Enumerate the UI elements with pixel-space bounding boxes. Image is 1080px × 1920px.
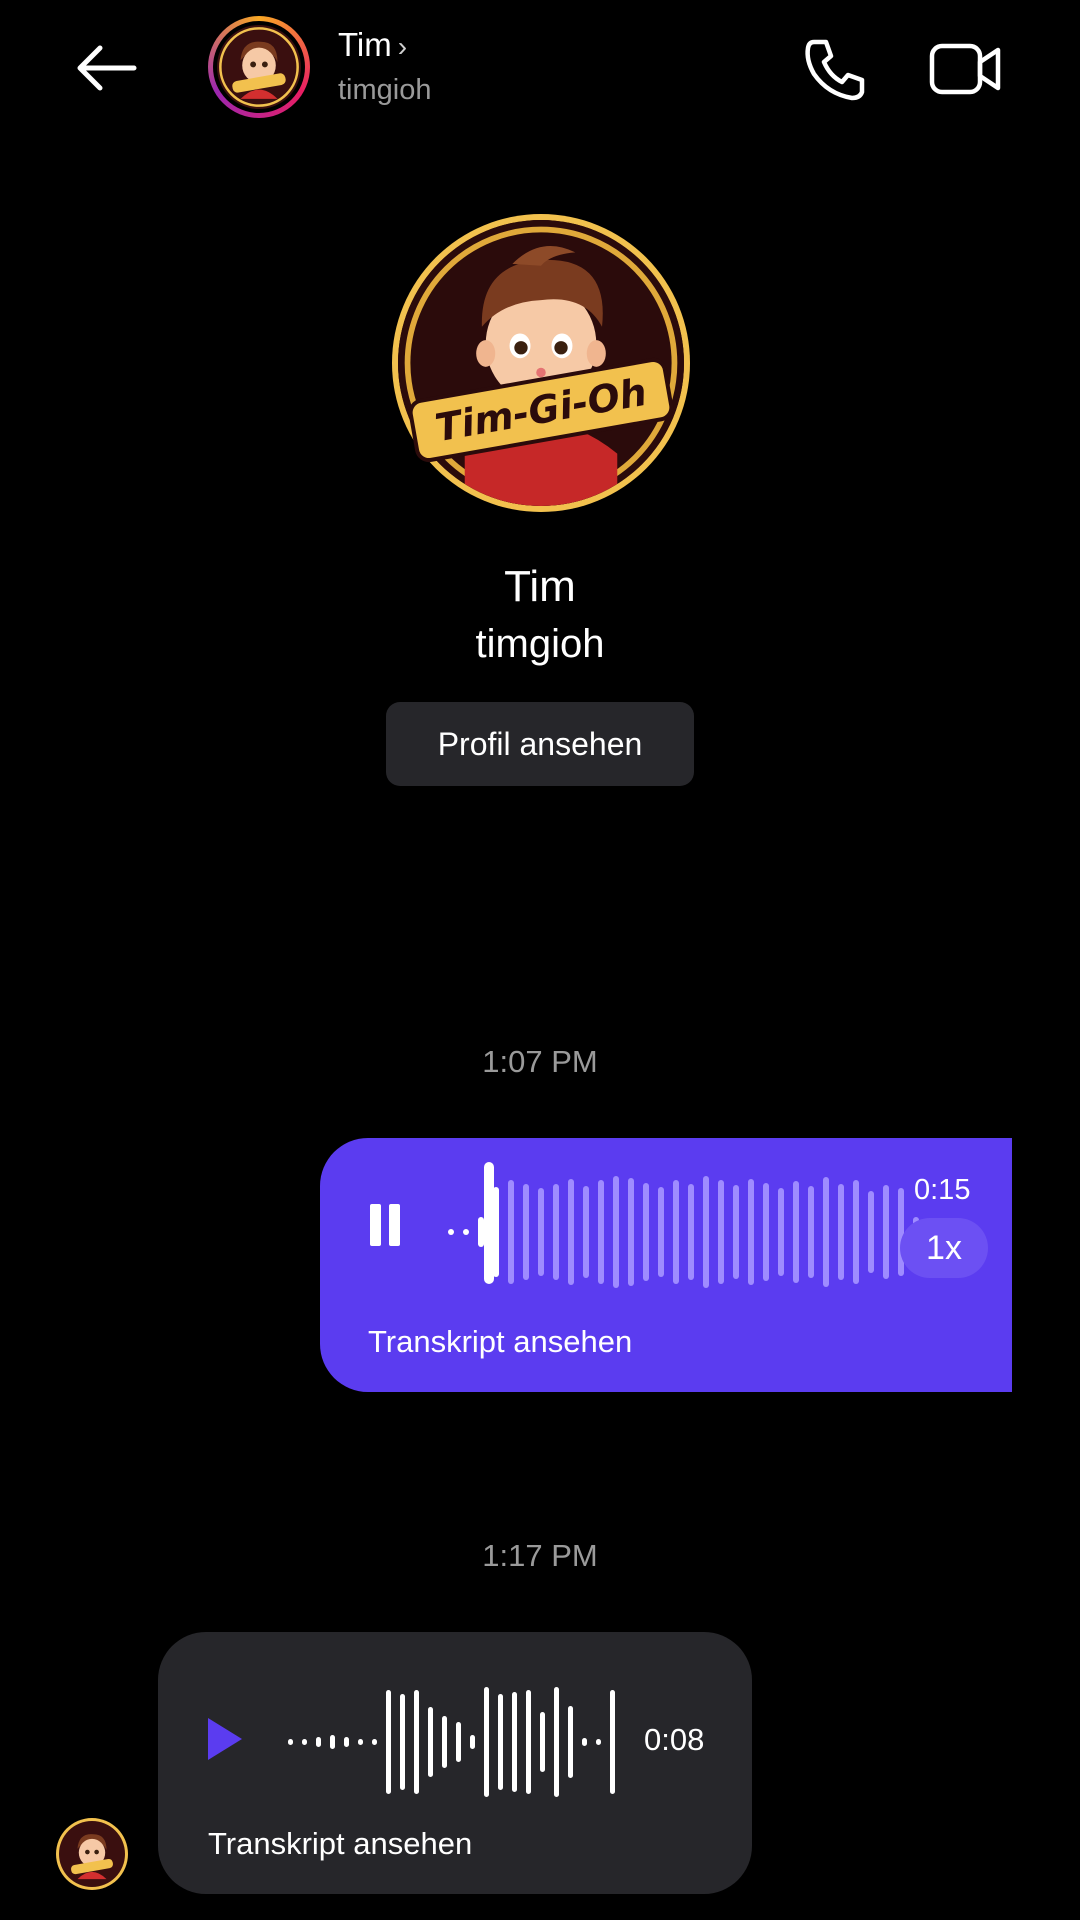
voice-call-button[interactable] bbox=[800, 36, 870, 102]
voice-duration: 0:15 bbox=[914, 1174, 971, 1206]
waveform-bar bbox=[288, 1739, 293, 1745]
waveform-bar bbox=[568, 1706, 573, 1778]
waveform-bar bbox=[553, 1184, 559, 1280]
waveform-bar bbox=[823, 1177, 829, 1287]
waveform-bar bbox=[658, 1187, 664, 1277]
chevron-right-icon: › bbox=[397, 31, 408, 62]
video-camera-icon bbox=[929, 43, 1001, 95]
waveform-bar bbox=[358, 1739, 363, 1745]
view-profile-button[interactable]: Profil ansehen bbox=[386, 702, 694, 786]
view-transcript-link[interactable]: Transkript ansehen bbox=[208, 1826, 472, 1862]
play-icon[interactable] bbox=[204, 1716, 244, 1762]
voice-duration: 0:08 bbox=[644, 1722, 705, 1757]
view-transcript-link[interactable]: Transkript ansehen bbox=[368, 1324, 632, 1360]
received-voice-message: 0:08 Transkript ansehen bbox=[158, 1632, 752, 1894]
waveform-bar bbox=[610, 1690, 615, 1794]
waveform-bar bbox=[463, 1229, 469, 1235]
back-button[interactable] bbox=[72, 40, 140, 96]
waveform-bar bbox=[456, 1722, 461, 1762]
header-name[interactable]: Tim › bbox=[338, 26, 407, 64]
sender-avatar[interactable] bbox=[56, 1818, 128, 1890]
waveform-bar bbox=[538, 1188, 544, 1276]
waveform-bar bbox=[400, 1694, 405, 1790]
waveform-bar bbox=[484, 1687, 489, 1797]
waveform-bar bbox=[448, 1229, 454, 1235]
waveform-bar bbox=[808, 1186, 814, 1278]
waveform-bar bbox=[428, 1707, 433, 1777]
waveform-bar bbox=[526, 1690, 531, 1794]
waveform-bar bbox=[718, 1180, 724, 1284]
waveform-bar bbox=[583, 1186, 589, 1278]
waveform-bar bbox=[793, 1181, 799, 1283]
waveform-seekbar[interactable] bbox=[288, 1682, 624, 1802]
waveform-bar bbox=[643, 1183, 649, 1281]
message-timestamp: 1:17 PM bbox=[482, 1538, 598, 1573]
waveform-bar bbox=[733, 1185, 739, 1279]
waveform-bar bbox=[598, 1180, 604, 1284]
waveform-bar bbox=[763, 1183, 769, 1281]
waveform-bar bbox=[540, 1712, 545, 1772]
waveform-bar bbox=[470, 1735, 475, 1749]
waveform-bar bbox=[442, 1716, 447, 1768]
waveform-bar bbox=[508, 1180, 514, 1284]
waveform-bar bbox=[512, 1692, 517, 1792]
waveform-bar bbox=[568, 1179, 574, 1285]
header-username: timgioh bbox=[338, 74, 432, 106]
waveform-bar bbox=[853, 1180, 859, 1284]
waveform-bar bbox=[386, 1690, 391, 1794]
back-arrow-icon bbox=[77, 45, 137, 91]
profile-username: timgioh bbox=[475, 622, 605, 666]
waveform-bar bbox=[554, 1687, 559, 1797]
pause-button[interactable] bbox=[368, 1204, 402, 1246]
avatar-image bbox=[59, 1821, 125, 1887]
waveform-bar bbox=[523, 1184, 529, 1280]
waveform-bar bbox=[330, 1735, 335, 1749]
waveform-bar bbox=[628, 1178, 634, 1286]
playback-speed-button[interactable]: 1x bbox=[900, 1218, 988, 1278]
waveform-bar bbox=[582, 1738, 587, 1746]
waveform-bar bbox=[778, 1188, 784, 1276]
waveform-bar bbox=[344, 1737, 349, 1747]
waveform-bar bbox=[316, 1737, 321, 1747]
waveform-bar bbox=[748, 1179, 754, 1285]
profile-name: Tim bbox=[504, 562, 576, 611]
waveform-seekbar[interactable] bbox=[448, 1172, 943, 1292]
waveform-bar bbox=[498, 1694, 503, 1790]
playhead-handle[interactable] bbox=[484, 1162, 494, 1284]
phone-icon bbox=[805, 39, 865, 101]
waveform-bar bbox=[372, 1739, 377, 1745]
waveform-bar bbox=[688, 1184, 694, 1280]
avatar-image bbox=[217, 25, 301, 109]
sent-voice-message: 0:15 1x Transkript ansehen bbox=[320, 1138, 1012, 1392]
waveform-bar bbox=[703, 1176, 709, 1288]
pause-icon bbox=[370, 1204, 381, 1246]
video-call-button[interactable] bbox=[928, 36, 1004, 102]
waveform-bar bbox=[414, 1690, 419, 1794]
waveform-bar bbox=[596, 1739, 601, 1745]
waveform-bar bbox=[673, 1180, 679, 1284]
waveform-bar bbox=[868, 1191, 874, 1273]
waveform-bar bbox=[838, 1184, 844, 1280]
header-avatar[interactable] bbox=[208, 16, 310, 118]
waveform-bar bbox=[613, 1176, 619, 1288]
waveform-bar bbox=[883, 1185, 889, 1279]
waveform-bar bbox=[302, 1739, 307, 1745]
message-timestamp: 1:07 PM bbox=[482, 1044, 598, 1079]
